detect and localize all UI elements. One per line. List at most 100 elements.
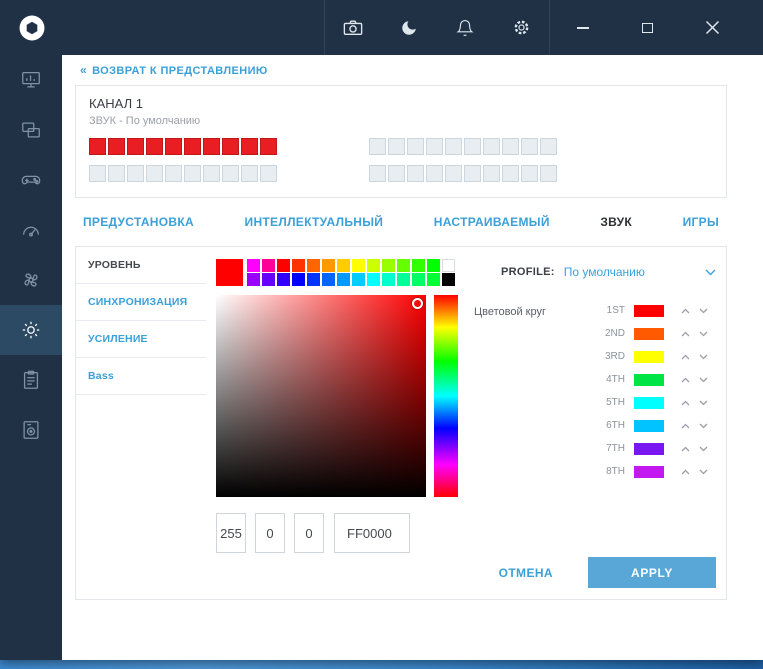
- hue-slider[interactable]: [434, 295, 458, 497]
- wheel-row-swatch[interactable]: [634, 350, 664, 363]
- led-cell[interactable]: [445, 138, 462, 155]
- chevron-down-icon[interactable]: [694, 400, 712, 406]
- palette-swatch[interactable]: [292, 259, 305, 272]
- led-cell[interactable]: [369, 165, 386, 182]
- palette-swatch[interactable]: [307, 273, 320, 286]
- sidebar-item-devices[interactable]: [0, 405, 62, 455]
- palette-swatch[interactable]: [322, 259, 335, 272]
- led-cell[interactable]: [127, 165, 144, 182]
- led-cell[interactable]: [502, 138, 519, 155]
- wheel-row-swatch[interactable]: [634, 442, 664, 455]
- led-cell[interactable]: [222, 138, 239, 155]
- led-cell[interactable]: [241, 138, 258, 155]
- sidebar-item-tuning[interactable]: [0, 205, 62, 255]
- led-cell[interactable]: [241, 165, 258, 182]
- wheel-row-swatch[interactable]: [634, 419, 664, 432]
- profile-dropdown[interactable]: По умолчанию: [564, 265, 645, 279]
- chevron-up-icon[interactable]: [676, 423, 694, 429]
- led-cell[interactable]: [203, 165, 220, 182]
- led-cell[interactable]: [407, 138, 424, 155]
- wheel-row-swatch[interactable]: [634, 327, 664, 340]
- tab-smart[interactable]: ИНТЕЛЛЕКТУАЛЬНЫЙ: [245, 215, 384, 229]
- chevron-up-icon[interactable]: [676, 331, 694, 337]
- moon-icon[interactable]: [381, 0, 437, 55]
- palette-swatch[interactable]: [412, 259, 425, 272]
- palette-swatch[interactable]: [352, 273, 365, 286]
- sidebar-item-monitoring[interactable]: [0, 55, 62, 105]
- sidebar-item-games[interactable]: [0, 155, 62, 205]
- led-cell[interactable]: [445, 165, 462, 182]
- sidebar-item-tasks[interactable]: [0, 355, 62, 405]
- led-cell[interactable]: [260, 138, 277, 155]
- palette-swatch[interactable]: [442, 259, 455, 272]
- chevron-up-icon[interactable]: [676, 354, 694, 360]
- green-input[interactable]: [255, 513, 285, 553]
- led-cell[interactable]: [426, 165, 443, 182]
- chevron-down-icon[interactable]: [705, 269, 716, 276]
- palette-swatch[interactable]: [427, 259, 440, 272]
- palette-swatch[interactable]: [292, 273, 305, 286]
- chevron-down-icon[interactable]: [694, 308, 712, 314]
- led-cell[interactable]: [483, 138, 500, 155]
- led-cell[interactable]: [464, 138, 481, 155]
- cancel-button[interactable]: ОТМЕНА: [499, 566, 553, 580]
- palette-swatch[interactable]: [412, 273, 425, 286]
- menu-item-bass[interactable]: Bass: [76, 358, 206, 395]
- palette-swatch[interactable]: [277, 259, 290, 272]
- palette-swatch[interactable]: [397, 273, 410, 286]
- apply-button[interactable]: APPLY: [588, 557, 716, 588]
- wheel-row-swatch[interactable]: [634, 373, 664, 386]
- chevron-up-icon[interactable]: [676, 400, 694, 406]
- chevron-down-icon[interactable]: [694, 423, 712, 429]
- palette-swatch[interactable]: [427, 273, 440, 286]
- wheel-row-swatch[interactable]: [634, 465, 664, 478]
- maximize-button[interactable]: [615, 0, 680, 55]
- tab-preset[interactable]: ПРЕДУСТАНОВКА: [83, 215, 194, 229]
- sidebar-item-specs[interactable]: [0, 105, 62, 155]
- chevron-down-icon[interactable]: [694, 446, 712, 452]
- back-link[interactable]: « ВОЗВРАТ К ПРЕДСТАВЛЕНИЮ: [80, 63, 268, 77]
- led-cell[interactable]: [502, 165, 519, 182]
- palette-swatch[interactable]: [277, 273, 290, 286]
- saturation-brightness-picker[interactable]: [216, 295, 426, 497]
- chevron-up-icon[interactable]: [676, 377, 694, 383]
- wheel-row-swatch[interactable]: [634, 304, 664, 317]
- palette-swatch[interactable]: [382, 259, 395, 272]
- tab-audio[interactable]: ЗВУК: [600, 215, 632, 229]
- color-cursor[interactable]: [412, 298, 423, 309]
- led-cell[interactable]: [184, 165, 201, 182]
- led-cell[interactable]: [203, 138, 220, 155]
- led-cell[interactable]: [388, 165, 405, 182]
- led-cell[interactable]: [464, 165, 481, 182]
- led-cell[interactable]: [222, 165, 239, 182]
- led-cell[interactable]: [108, 165, 125, 182]
- led-cell[interactable]: [407, 165, 424, 182]
- palette-swatch[interactable]: [262, 273, 275, 286]
- led-cell[interactable]: [521, 138, 538, 155]
- palette-swatch[interactable]: [322, 273, 335, 286]
- camera-icon[interactable]: [325, 0, 381, 55]
- bell-icon[interactable]: [437, 0, 493, 55]
- palette-swatch[interactable]: [382, 273, 395, 286]
- minimize-button[interactable]: [550, 0, 615, 55]
- led-cell[interactable]: [483, 165, 500, 182]
- led-cell[interactable]: [369, 138, 386, 155]
- palette-swatch[interactable]: [367, 273, 380, 286]
- led-cell[interactable]: [540, 138, 557, 155]
- led-cell[interactable]: [108, 138, 125, 155]
- sidebar-item-lighting[interactable]: [0, 305, 62, 355]
- chevron-up-icon[interactable]: [676, 308, 694, 314]
- led-cell[interactable]: [165, 165, 182, 182]
- current-color-swatch[interactable]: [216, 259, 243, 286]
- led-cell[interactable]: [388, 138, 405, 155]
- hex-input[interactable]: [334, 513, 410, 553]
- chevron-down-icon[interactable]: [694, 331, 712, 337]
- tab-games[interactable]: ИГРЫ: [683, 215, 719, 229]
- palette-swatch[interactable]: [247, 259, 260, 272]
- tab-custom[interactable]: НАСТРАИВАЕМЫЙ: [434, 215, 550, 229]
- led-cell[interactable]: [540, 165, 557, 182]
- menu-item-level[interactable]: УРОВЕНЬ: [76, 247, 206, 284]
- palette-swatch[interactable]: [442, 273, 455, 286]
- palette-swatch[interactable]: [307, 259, 320, 272]
- led-cell[interactable]: [146, 165, 163, 182]
